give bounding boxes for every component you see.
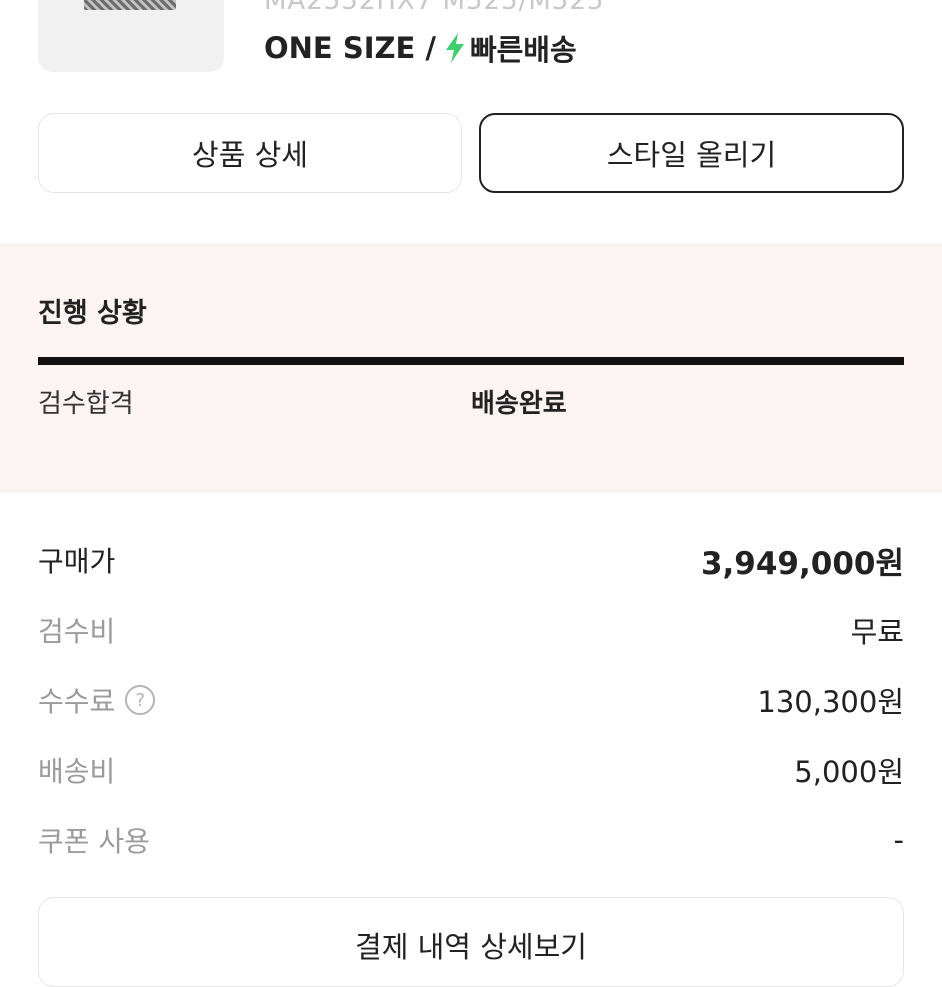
- status-title: 진행 상황: [38, 298, 147, 329]
- lightning-bolt-icon: [445, 33, 464, 63]
- cost-row-purchase-price: 구매가 3,949,000원: [38, 538, 904, 582]
- fast-delivery-label: 빠른배송: [469, 33, 577, 67]
- option-separator: /: [425, 31, 436, 65]
- cost-value: 3,949,000원: [700, 545, 904, 582]
- progress-bar: [38, 357, 904, 365]
- cost-value: 5,000원: [794, 755, 904, 789]
- cost-label: 구매가: [38, 545, 116, 578]
- progress-status-section: 진행 상황 검수합격 배송완료: [0, 243, 942, 493]
- status-step-inspection-passed: 검수합격: [38, 389, 134, 419]
- cost-value: -: [893, 823, 904, 857]
- cost-value: 130,300원: [757, 685, 904, 719]
- cost-label: 검수비: [38, 615, 116, 648]
- cost-row-coupon: 쿠폰 사용 -: [38, 818, 904, 862]
- cost-row-shipping-fee: 배송비 5,000원: [38, 748, 904, 792]
- product-size: ONE SIZE: [264, 31, 416, 65]
- cost-row-inspection-fee: 검수비 무료: [38, 608, 904, 652]
- upload-style-button[interactable]: 스타일 올리기: [479, 113, 904, 193]
- payment-detail-button[interactable]: 결제 내역 상세보기: [38, 897, 904, 987]
- product-detail-button[interactable]: 상품 상세: [38, 113, 462, 193]
- cost-label: 쿠폰 사용: [38, 825, 150, 858]
- question-circle-icon[interactable]: ?: [125, 685, 156, 715]
- product-model-code: MA2552HX7 M525/M525: [264, 0, 605, 16]
- cost-label-wrap: 수수료 ?: [38, 680, 156, 720]
- cost-label: 수수료: [38, 685, 116, 718]
- cost-value: 무료: [850, 615, 904, 649]
- product-option-line: ONE SIZE / 빠른배송: [264, 28, 577, 68]
- payment-detail-label: 결제 내역 상세보기: [355, 930, 587, 964]
- status-step-delivered: 배송완료: [471, 389, 567, 419]
- product-thumbnail[interactable]: [38, 0, 224, 72]
- product-image: [84, 0, 176, 10]
- cost-label: 배송비: [38, 755, 116, 788]
- cost-row-commission: 수수료 ? 130,300원: [38, 678, 904, 722]
